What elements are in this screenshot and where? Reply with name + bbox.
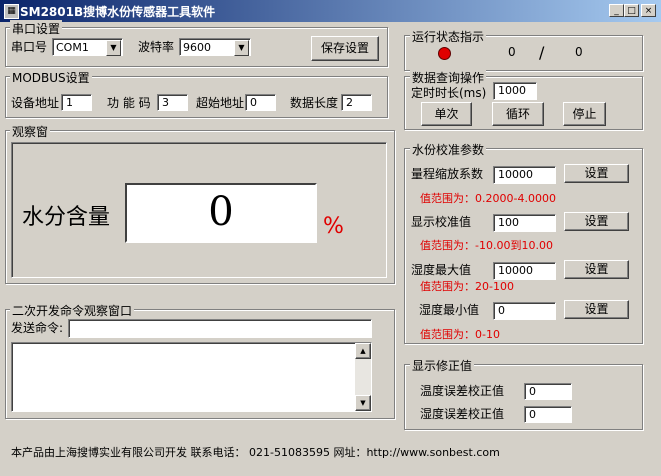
interval-label: 定时时长(ms) — [411, 86, 487, 100]
interval-field[interactable]: 1000 — [493, 82, 537, 100]
temp-correction-label: 温度误差校正值 — [420, 384, 505, 398]
unit-label: % — [323, 214, 344, 239]
calib-set-button[interactable]: 设置 — [564, 260, 629, 279]
data-length-field[interactable]: 2 — [341, 94, 372, 111]
observation-group-title: 观察窗 — [10, 123, 51, 140]
calibration-group-title: 水份校准参数 — [410, 141, 487, 158]
start-addr-label: 超始地址 — [196, 96, 245, 110]
calib-field-range-scale[interactable]: 10000 — [493, 166, 556, 184]
port-select[interactable]: COM1 ▼ — [52, 38, 123, 56]
calib-field-display[interactable]: 100 — [493, 214, 556, 232]
calib-hint-max: 值范围为：20-100 — [420, 280, 514, 293]
calib-set-button[interactable]: 设置 — [564, 164, 629, 183]
device-addr-label: 设备地址 — [11, 96, 60, 110]
calib-hint-display: 值范围为：-10.00到10.00 — [420, 239, 553, 252]
calib-set-button[interactable]: 设置 — [564, 300, 629, 319]
chevron-down-icon[interactable]: ▼ — [234, 40, 249, 56]
send-command-label: 发送命令: — [11, 321, 64, 335]
function-code-label: 功 能 码 — [107, 96, 151, 110]
status-group-title: 运行状态指示 — [410, 28, 487, 45]
start-addr-field[interactable]: 0 — [245, 94, 276, 111]
moisture-label: 水分含量 — [22, 205, 111, 230]
calib-label-max: 湿度最大值 — [411, 263, 472, 277]
correction-group-title: 显示修正值 — [410, 357, 475, 374]
calib-hint-range-scale: 值范围为：0.2000-4.0000 — [420, 192, 556, 205]
app-icon: ▦ — [4, 4, 19, 19]
scroll-down-icon[interactable]: ▼ — [355, 395, 371, 411]
port-value: COM1 — [56, 41, 89, 54]
title-bar: ▦ SM2801B搜博水份传感器工具软件 _ □ × — [0, 0, 661, 22]
status-count-a: 0 — [508, 45, 516, 59]
scroll-up-icon[interactable]: ▲ — [355, 343, 371, 359]
temp-correction-field[interactable]: 0 — [524, 383, 572, 400]
send-command-field[interactable] — [68, 319, 372, 338]
save-settings-button[interactable]: 保存设置 — [311, 36, 379, 61]
calib-set-button[interactable]: 设置 — [564, 212, 629, 231]
function-code-field[interactable]: 3 — [157, 94, 188, 111]
footer-text: 本产品由上海搜博实业有限公司开发 联系电话： 021-51083595 网址：h… — [11, 446, 500, 459]
serial-group-title: 串口设置 — [10, 20, 63, 37]
calib-field-min[interactable]: 0 — [493, 302, 556, 320]
single-query-button[interactable]: 单次 — [421, 102, 472, 126]
modbus-group-title: MODBUS设置 — [10, 69, 92, 86]
hum-correction-field[interactable]: 0 — [524, 406, 572, 423]
status-count-b: 0 — [575, 45, 583, 59]
chevron-down-icon[interactable]: ▼ — [106, 40, 121, 56]
calib-label-range-scale: 量程缩放系数 — [411, 167, 484, 181]
loop-query-button[interactable]: 循环 — [492, 102, 544, 126]
stop-query-button[interactable]: 停止 — [563, 102, 606, 126]
status-indicator-light — [438, 47, 451, 60]
moisture-value-display: 0 — [125, 183, 317, 243]
dev-group-title: 二次开发命令观察窗口 — [10, 302, 135, 319]
data-length-label: 数据长度 — [290, 96, 339, 110]
baud-label: 波特率 — [138, 40, 175, 54]
calib-label-min: 湿度最小值 — [419, 303, 480, 317]
maximize-button[interactable]: □ — [624, 4, 639, 17]
minimize-button[interactable]: _ — [609, 4, 624, 17]
close-button[interactable]: × — [641, 4, 656, 17]
calib-label-display: 显示校准值 — [411, 215, 472, 229]
hum-correction-label: 湿度误差校正值 — [420, 407, 505, 421]
status-separator: / — [539, 43, 545, 62]
baud-value: 9600 — [183, 41, 211, 54]
window-title: SM2801B搜博水份传感器工具软件 — [20, 5, 216, 19]
command-output-area[interactable] — [11, 342, 372, 412]
port-label: 串口号 — [11, 40, 48, 54]
device-addr-field[interactable]: 1 — [61, 94, 92, 111]
calib-hint-min: 值范围为：0-10 — [420, 328, 500, 341]
baud-select[interactable]: 9600 ▼ — [179, 38, 251, 56]
